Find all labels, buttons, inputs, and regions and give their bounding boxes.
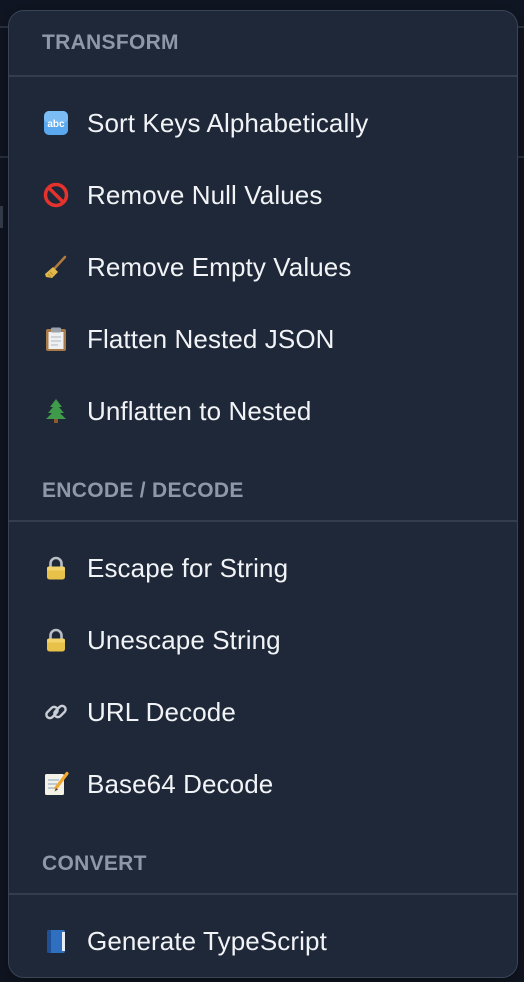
memo-icon: [42, 770, 70, 798]
no-entry-icon: [42, 181, 70, 209]
menu-item-unescape-string[interactable]: Unescape String: [9, 604, 517, 676]
menu-item-label: Sort Keys Alphabetically: [87, 107, 369, 138]
menu-item-remove-null[interactable]: Remove Null Values: [9, 159, 517, 231]
clipboard-icon: [42, 325, 70, 353]
menu-item-label: Remove Null Values: [87, 179, 323, 210]
menu-item-label: Unflatten to Nested: [87, 395, 312, 426]
menu-item-label: Remove Empty Values: [87, 251, 352, 282]
menu-item-base64-decode[interactable]: Base64 Decode: [9, 748, 517, 820]
abc-icon: abc: [42, 109, 70, 137]
menu-item-sort-keys[interactable]: abc Sort Keys Alphabetically: [9, 87, 517, 159]
menu-item-label: Escape for String: [87, 552, 289, 583]
menu-item-label: Base64 Decode: [87, 768, 274, 799]
menu-item-remove-empty[interactable]: Remove Empty Values: [9, 231, 517, 303]
menu-item-url-decode[interactable]: URL Decode: [9, 676, 517, 748]
menu-item-unflatten[interactable]: Unflatten to Nested: [9, 375, 517, 447]
actions-dropdown-menu: TRANSFORM abc Sort Keys Alphabetically R…: [8, 10, 518, 978]
backdrop-edge: [0, 206, 3, 228]
menu-item-escape-string[interactable]: Escape for String: [9, 532, 517, 604]
blue-book-icon: [42, 927, 70, 955]
lock-icon: [42, 626, 70, 654]
menu-item-label: Flatten Nested JSON: [87, 323, 335, 354]
menu-item-flatten[interactable]: Flatten Nested JSON: [9, 303, 517, 375]
menu-item-label: Unescape String: [87, 624, 281, 655]
tree-icon: [42, 397, 70, 425]
svg-text:abc: abc: [47, 119, 65, 130]
lock-icon: [42, 554, 70, 582]
section-header-convert: CONVERT: [9, 820, 517, 895]
section-header-transform: TRANSFORM: [9, 11, 517, 77]
broom-icon: [42, 253, 70, 281]
menu-item-label: URL Decode: [87, 696, 236, 727]
menu-item-label: Generate TypeScript: [87, 925, 327, 956]
link-icon: [42, 698, 70, 726]
section-header-encode-decode: ENCODE / DECODE: [9, 447, 517, 522]
menu-item-generate-typescript[interactable]: Generate TypeScript: [9, 905, 517, 977]
